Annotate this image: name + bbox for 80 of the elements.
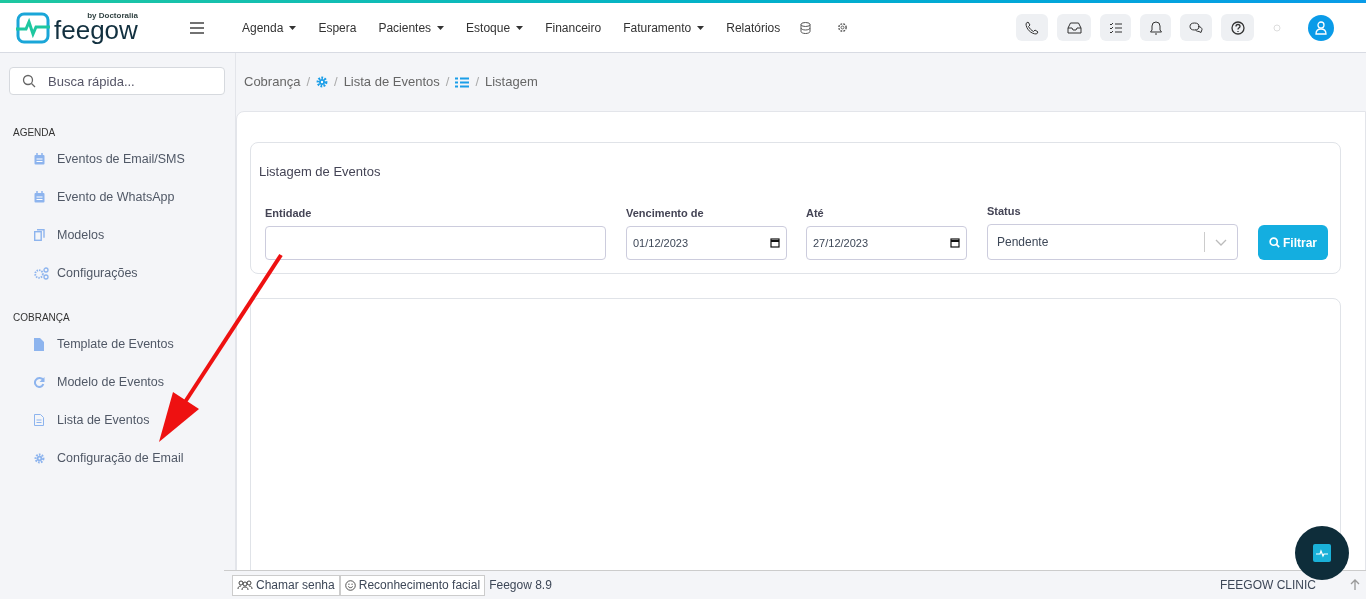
phone-button[interactable] — [1016, 14, 1048, 41]
nav-menu-item[interactable]: Espera — [318, 18, 357, 37]
refresh-icon — [34, 376, 45, 388]
nav-menu-item[interactable]: Pacientes — [378, 18, 432, 37]
tasks-button[interactable] — [1100, 14, 1131, 41]
notifications-button[interactable] — [1140, 14, 1171, 41]
search-field[interactable]: Busca rápida... — [9, 67, 225, 95]
copy-icon — [34, 229, 45, 241]
nav-menu-item[interactable]: Financeiro — [545, 18, 602, 37]
breadcrumb-link[interactable]: Lista de Eventos — [343, 72, 440, 92]
help-button[interactable] — [1221, 14, 1254, 41]
user-avatar[interactable] — [1308, 14, 1334, 41]
footer-button[interactable]: Reconhecimento facial — [339, 574, 486, 596]
clinic-name: FEEGOW CLINIC — [1220, 577, 1316, 594]
caret-icon[interactable] — [289, 25, 297, 30]
smiley-icon — [344, 579, 356, 591]
people-icon — [237, 580, 253, 590]
status-select[interactable]: Pendente — [987, 224, 1238, 260]
phone-icon — [1025, 20, 1039, 35]
list-icon — [455, 76, 470, 88]
breadcrumb-link[interactable]: Listagem — [485, 72, 538, 92]
gear-icon — [34, 452, 45, 464]
calendar-icon — [34, 191, 45, 203]
logo-icon — [16, 11, 50, 44]
document-icon — [34, 414, 44, 426]
calendar-icon[interactable] — [770, 238, 780, 248]
caret-icon[interactable] — [516, 25, 524, 30]
nav-menu-item[interactable]: Agenda — [242, 18, 284, 37]
status-dot-icon — [1273, 23, 1281, 32]
bell-icon — [1149, 20, 1162, 35]
date-field[interactable]: 01/12/2023 — [626, 226, 787, 260]
settings-icon[interactable] — [837, 22, 849, 33]
sidebar-item[interactable]: Configuração de Email — [57, 448, 184, 468]
search-icon — [1269, 237, 1280, 248]
sidebar-item[interactable]: Modelo de Eventos — [57, 372, 164, 392]
file-icon — [34, 337, 44, 351]
sidebar-item[interactable]: Configurações — [57, 263, 138, 283]
sidebar-heading: COBRANÇA — [12, 311, 71, 325]
sidebar-heading: AGENDA — [12, 126, 57, 140]
nav-menu-item[interactable]: Estoque — [466, 18, 511, 37]
gear-icon — [316, 76, 328, 88]
inbox-icon — [1066, 21, 1082, 34]
sidebar-item[interactable]: Evento de WhatsApp — [57, 187, 175, 207]
chevron-down-icon — [1215, 238, 1227, 246]
breadcrumb-link[interactable]: Cobrança — [244, 72, 301, 92]
calendar-icon — [34, 153, 45, 165]
breadcrumb-separator: / — [334, 73, 338, 92]
sidebar-item[interactable]: Eventos de Email/SMS — [57, 149, 185, 169]
calendar-icon[interactable] — [950, 238, 960, 248]
menu-icon[interactable] — [190, 21, 204, 34]
sidebar-item[interactable]: Template de Eventos — [57, 334, 174, 354]
caret-icon[interactable] — [697, 25, 705, 30]
nav-menu-item[interactable]: Relatórios — [726, 18, 781, 37]
breadcrumb-separator: / — [445, 73, 450, 92]
field-label: Vencimento de — [626, 205, 705, 221]
help-icon — [1230, 20, 1245, 35]
checklist-icon — [1109, 21, 1122, 34]
breadcrumb-separator: / — [475, 73, 479, 92]
version-text: Feegow 8.9 — [489, 577, 552, 594]
database-icon[interactable] — [800, 21, 812, 34]
breadcrumb-separator: / — [306, 73, 310, 92]
arrow-up-icon[interactable] — [1350, 579, 1360, 591]
caret-icon[interactable] — [437, 25, 445, 30]
sidebar-item[interactable]: Modelos — [57, 225, 105, 245]
sidebar-item[interactable]: Lista de Eventos — [57, 410, 150, 430]
footer-button[interactable]: Chamar senha — [232, 574, 340, 596]
field-label: Entidade — [265, 205, 313, 221]
inbox-button[interactable] — [1057, 14, 1091, 41]
chat-icon — [1189, 21, 1203, 34]
user-icon — [1315, 20, 1327, 35]
entidade-field[interactable] — [265, 226, 606, 260]
field-label: Status — [987, 203, 1022, 219]
nav-menu-item[interactable]: Faturamento — [623, 18, 692, 37]
date-field[interactable]: 27/12/2023 — [806, 226, 967, 260]
gears-icon — [34, 266, 49, 280]
search-icon — [22, 74, 36, 88]
pulse-icon — [1313, 544, 1331, 562]
card-title: Listagem de Eventos — [259, 163, 382, 181]
field-label: Até — [806, 205, 825, 221]
chat-button[interactable] — [1180, 14, 1212, 41]
